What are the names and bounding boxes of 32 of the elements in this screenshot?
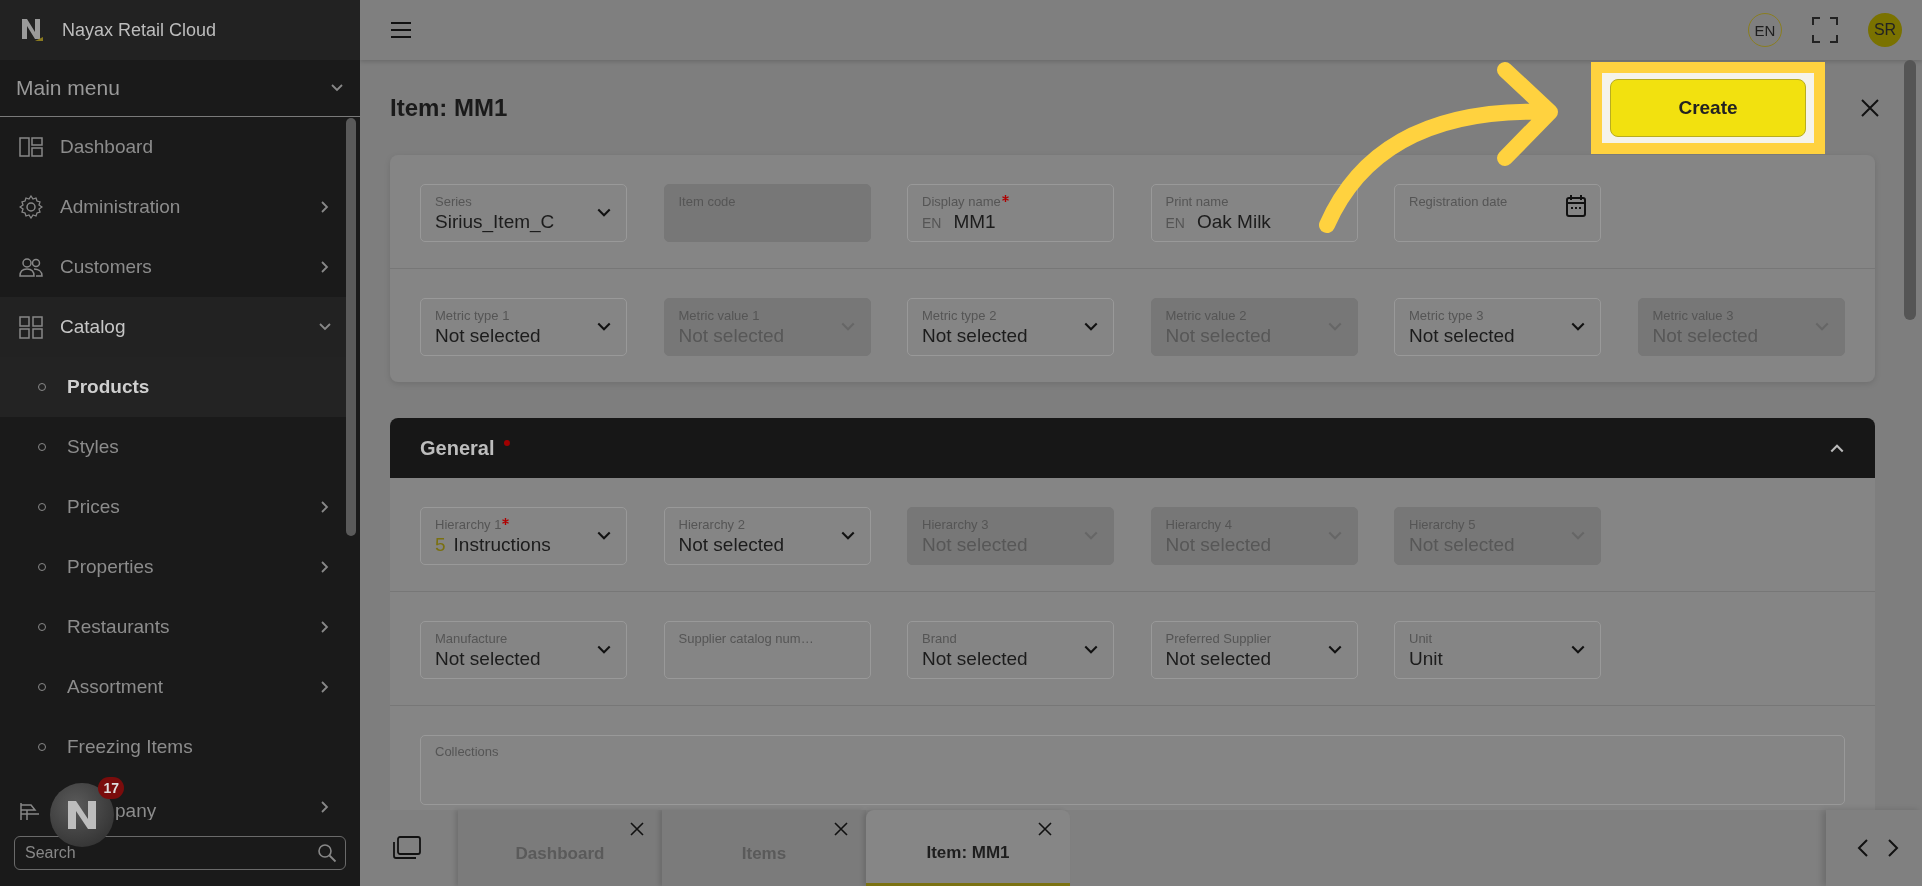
tab[interactable]: Item: MM1: [866, 810, 1070, 886]
sidebar-item[interactable]: Administration: [0, 177, 346, 237]
scrollbar[interactable]: [346, 118, 356, 536]
scrollbar[interactable]: [1904, 60, 1916, 320]
page-title: Item: MM1: [390, 93, 508, 122]
search-icon[interactable]: [317, 843, 337, 863]
sidebar-subitem[interactable]: Products: [0, 357, 346, 417]
sidebar-subitem[interactable]: Assortment: [0, 657, 346, 717]
chevron-left-icon[interactable]: [1856, 838, 1870, 858]
sidebar-subitem[interactable]: Prices: [0, 477, 346, 537]
user-avatar[interactable]: SR: [1868, 13, 1902, 47]
calendar-icon: [1566, 195, 1586, 217]
windows-icon[interactable]: [393, 836, 421, 860]
sidebar-item[interactable]: Dashboard: [0, 117, 346, 177]
sidebar-subitem[interactable]: Freezing Items: [0, 717, 346, 777]
close-icon[interactable]: [630, 822, 644, 836]
fullscreen-icon[interactable]: [1812, 17, 1838, 43]
search-field[interactable]: Search: [14, 836, 346, 870]
close-icon[interactable]: [1860, 97, 1880, 118]
app-name: Nayax Retail Cloud: [62, 19, 217, 41]
sidebar-item[interactable]: Catalog: [0, 297, 346, 357]
sidebar-subitem[interactable]: Styles: [0, 417, 346, 477]
chevron-right-icon[interactable]: [1886, 838, 1900, 858]
sidebar-item[interactable]: Customers: [0, 237, 346, 297]
create-button[interactable]: Create: [1610, 78, 1806, 137]
close-icon[interactable]: [1038, 822, 1052, 836]
main-menu-toggle[interactable]: Main menu: [0, 60, 360, 117]
section-header[interactable]: General: [390, 418, 1875, 478]
logo-icon: [20, 17, 44, 43]
sidebar-subitem[interactable]: Properties: [0, 537, 346, 597]
sidebar-subitem[interactable]: Restaurants: [0, 597, 346, 657]
close-icon[interactable]: [834, 822, 848, 836]
